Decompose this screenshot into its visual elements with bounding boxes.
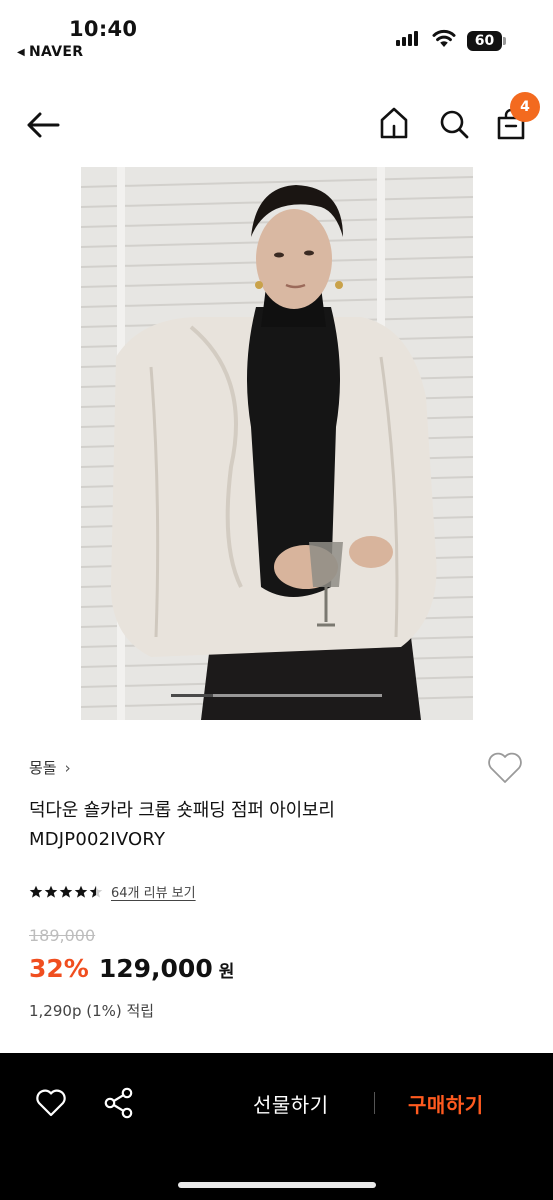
star-full-icon (59, 885, 73, 898)
bottom-action-bar: 선물하기 구매하기 (0, 1053, 553, 1200)
cellular-signal-icon (396, 31, 418, 46)
gift-button[interactable]: 선물하기 (253, 1089, 329, 1118)
image-carousel-indicator (171, 694, 213, 697)
battery-icon: 60 (467, 31, 506, 51)
battery-level: 60 (467, 31, 502, 51)
status-bar: 10:40 ◀ NAVER 60 (0, 0, 553, 70)
button-divider (374, 1092, 375, 1114)
heart-outline-icon[interactable] (34, 1087, 68, 1119)
home-indicator (178, 1182, 376, 1188)
product-title: 덕다운 숄카라 크롭 숏패딩 점퍼 아이보리 (29, 800, 335, 821)
star-full-icon (29, 885, 43, 898)
product-code: MDJP002IVORY (29, 829, 166, 850)
product-image[interactable] (81, 167, 473, 720)
back-to-app-link[interactable]: ◀ NAVER (17, 44, 83, 60)
brand-link[interactable]: 몽돌 › (29, 757, 71, 778)
buy-button[interactable]: 구매하기 (408, 1089, 484, 1118)
arrow-left-icon[interactable] (24, 110, 62, 140)
sale-price: 129,000 (98, 954, 213, 983)
rating-stars (29, 885, 103, 899)
home-icon[interactable] (378, 106, 410, 140)
top-nav (0, 90, 553, 160)
reward-points: 1,290p (1%) 적립 (29, 1002, 155, 1020)
discount-rate: 32% (29, 954, 89, 983)
brand-name: 몽돌 (29, 759, 57, 777)
product-photo-illustration (81, 167, 473, 720)
star-full-icon (74, 885, 88, 898)
cart-count-badge: 4 (510, 92, 540, 122)
original-price: 189,000 (29, 926, 96, 945)
price-row: 32% 129,000 원 (29, 954, 234, 983)
wifi-icon (432, 29, 456, 47)
search-icon[interactable] (438, 107, 470, 141)
back-app-label: NAVER (29, 44, 84, 60)
share-icon[interactable] (102, 1086, 136, 1120)
status-time: 10:40 (69, 17, 138, 41)
star-half-icon (89, 885, 103, 898)
chevron-right-icon: › (64, 758, 71, 777)
rating-row: 64개 리뷰 보기 (29, 882, 196, 901)
heart-outline-icon[interactable] (486, 750, 524, 786)
back-triangle-icon: ◀ (17, 46, 25, 58)
review-link[interactable]: 64개 리뷰 보기 (111, 882, 196, 901)
star-full-icon (44, 885, 58, 898)
currency-unit: 원 (218, 962, 235, 982)
